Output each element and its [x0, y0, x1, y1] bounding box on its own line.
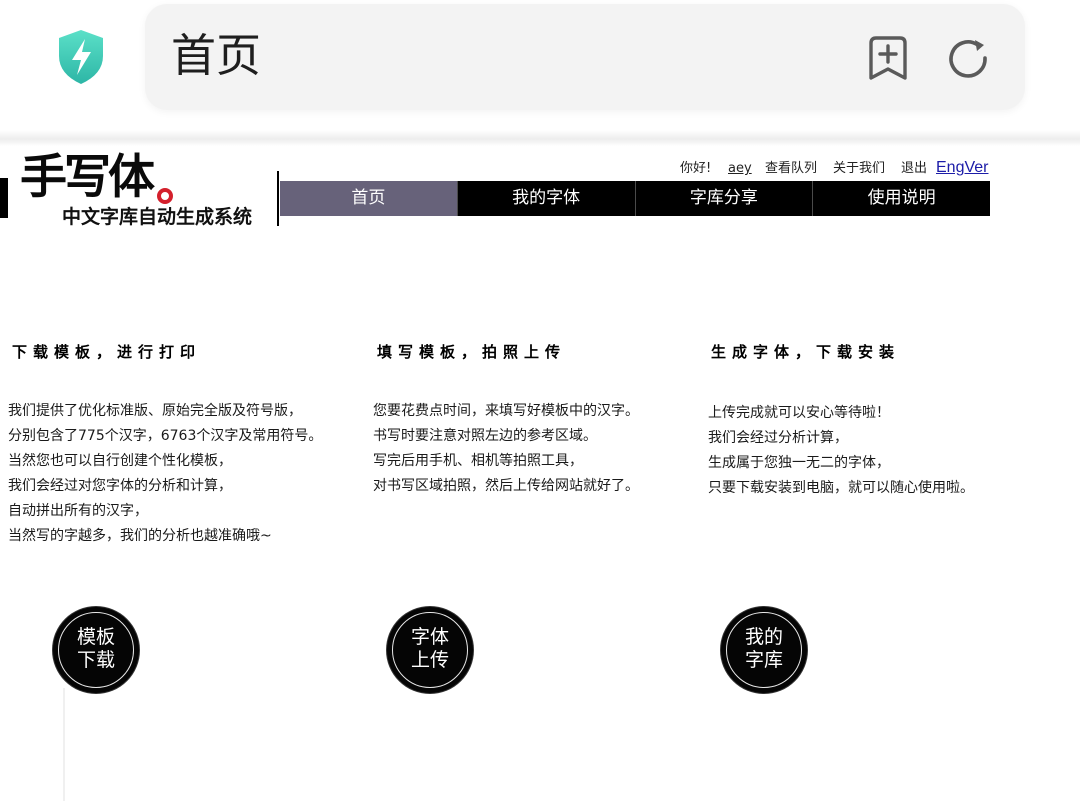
- step-2-line: 书写时要注意对照左边的参考区域。: [373, 428, 597, 444]
- button-label-line: 模板: [76, 626, 115, 648]
- nav-item-font-share[interactable]: 字库分享: [634, 181, 813, 216]
- logout-link[interactable]: 退出: [901, 160, 927, 178]
- button-label: 模板 下载: [53, 626, 139, 672]
- logo-left-bar: [0, 178, 8, 218]
- step-3-description: 上传完成就可以安心等待啦！ 我们会经过分析计算， 生成属于您独一无二的字体， 只…: [708, 401, 974, 501]
- nav-item-my-fonts[interactable]: 我的字体: [456, 181, 635, 216]
- greeting-text: 你好!: [680, 161, 712, 176]
- refresh-icon[interactable]: [946, 36, 990, 80]
- step-1-line: 自动拼出所有的汉字，: [8, 503, 148, 519]
- step-2-line: 对书写区域拍照，然后上传给网站就好了。: [373, 478, 639, 494]
- about-us-link[interactable]: 关于我们: [833, 160, 885, 178]
- step-2-line: 写完后用手机、相机等拍照工具，: [373, 453, 583, 469]
- nav-item-instructions[interactable]: 使用说明: [812, 181, 990, 216]
- nav-item-home[interactable]: 首页: [280, 181, 457, 216]
- step-3-line: 我们会经过分析计算，: [708, 430, 848, 446]
- button-label-line: 字体: [410, 626, 449, 648]
- step-3-line: 只要下载安装到电脑，就可以随心使用啦。: [708, 480, 974, 496]
- address-title[interactable]: 首页: [171, 28, 261, 84]
- site-subtitle: 中文字库自动生成系统: [62, 206, 253, 228]
- shield-bolt-icon[interactable]: [56, 28, 106, 86]
- site-logo[interactable]: 手写体: [20, 146, 155, 210]
- bookmark-add-icon[interactable]: [868, 35, 908, 81]
- step-1-line: 分别包含了775个汉字，6763个汉字及常用符号。: [8, 428, 323, 444]
- button-label-line: 下载: [76, 649, 115, 671]
- step-1-title: 下载模板，进行打印: [12, 343, 202, 361]
- logo-dot-icon: [157, 188, 173, 204]
- step-3-title: 生成字体，下载安装: [711, 343, 901, 361]
- template-download-button[interactable]: 模板 下载: [53, 607, 139, 693]
- my-fonts-button[interactable]: 我的 字库: [721, 607, 807, 693]
- username-link[interactable]: aey: [728, 160, 752, 178]
- step-3-line: 上传完成就可以安心等待啦！: [708, 405, 890, 421]
- main-nav: 首页 我的字体 字库分享 使用说明: [280, 181, 990, 216]
- button-label: 字体 上传: [387, 626, 473, 672]
- view-queue-link[interactable]: 查看队列: [765, 160, 817, 178]
- step-3-line: 生成属于您独一无二的字体，: [708, 455, 890, 471]
- step-2-title: 填写模板，拍照上传: [377, 343, 567, 361]
- step-2-line: 您要花费点时间，来填写好模板中的汉字。: [373, 403, 639, 419]
- step-1-line: 当然写的字越多，我们的分析也越准确哦~: [8, 528, 272, 544]
- step-1-line: 我们提供了优化标准版、原始完全版及符号版，: [8, 403, 302, 419]
- step-1-description: 我们提供了优化标准版、原始完全版及符号版， 分别包含了775个汉字，6763个汉…: [8, 399, 322, 549]
- button-label-line: 我的: [744, 626, 783, 648]
- button-label: 我的 字库: [721, 626, 807, 672]
- decorative-divider: [63, 688, 65, 801]
- step-2-description: 您要花费点时间，来填写好模板中的汉字。 书写时要注意对照左边的参考区域。 写完后…: [373, 399, 639, 499]
- button-label-line: 上传: [410, 649, 449, 671]
- step-1-line: 我们会经过对您字体的分析和计算，: [8, 478, 232, 494]
- address-bar[interactable]: 首页: [145, 4, 1025, 110]
- toolbar-shadow: [0, 130, 1080, 146]
- step-1-line: 当然您也可以自行创建个性化模板，: [8, 453, 232, 469]
- logo-divider: [277, 171, 279, 226]
- button-label-line: 字库: [744, 649, 783, 671]
- font-upload-button[interactable]: 字体 上传: [387, 607, 473, 693]
- english-version-link[interactable]: EngVer: [936, 157, 988, 179]
